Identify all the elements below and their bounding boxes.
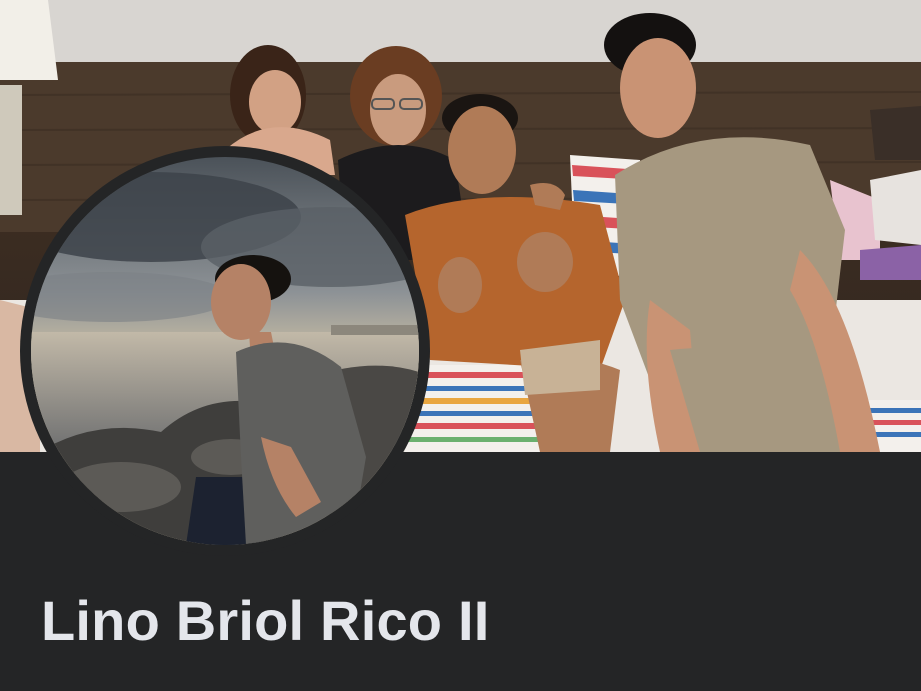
profile-name: Lino Briol Rico II xyxy=(41,589,490,652)
profile-page: Lino Briol Rico II xyxy=(0,0,921,691)
profile-photo-image xyxy=(31,157,419,545)
profile-picture[interactable] xyxy=(31,157,419,545)
